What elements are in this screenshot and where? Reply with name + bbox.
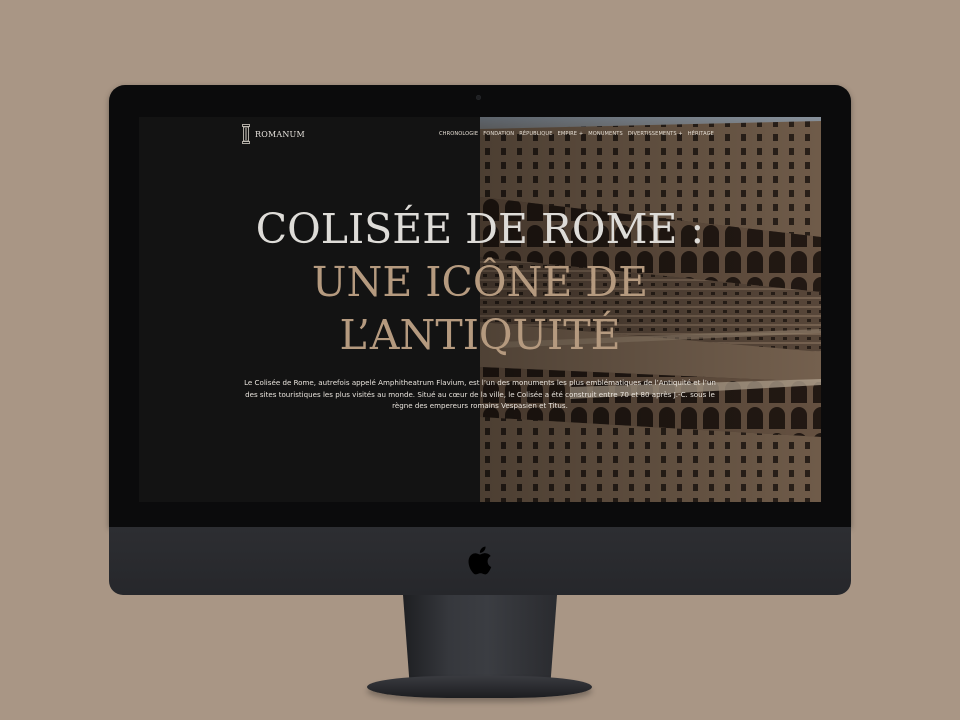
nav-item-fondation[interactable]: FONDATION xyxy=(483,131,514,137)
column-logo-icon xyxy=(242,124,250,144)
hero-title-line-3: L’ANTIQUITÉ xyxy=(339,311,621,359)
imac-stand-foot xyxy=(367,676,592,698)
nav-item-empire[interactable]: EMPIRE + xyxy=(558,131,584,137)
hero-description: Le Colisée de Rome, autrefois appelé Amp… xyxy=(244,378,716,410)
hero-title: COLISÉE DE ROME : UNE ICÔNE DE L’ANTIQUI… xyxy=(139,203,821,362)
camera-icon xyxy=(476,95,481,100)
imac-stand-neck xyxy=(403,595,557,678)
site-logo[interactable]: ROMANUM xyxy=(242,124,305,144)
website-screen: ROMANUM CHRONOLOGIE FONDATION RÉPUBLIQUE… xyxy=(139,117,821,502)
mockup-stage: ROMANUM CHRONOLOGIE FONDATION RÉPUBLIQUE… xyxy=(0,0,960,720)
apple-logo-icon xyxy=(468,546,492,575)
nav-item-republique[interactable]: RÉPUBLIQUE xyxy=(519,131,552,137)
main-nav: CHRONOLOGIE FONDATION RÉPUBLIQUE EMPIRE … xyxy=(439,131,714,137)
logo-text: ROMANUM xyxy=(255,129,305,139)
hero-title-line-1: COLISÉE DE ROME : xyxy=(255,205,705,253)
nav-item-monuments[interactable]: MONUMENTS xyxy=(588,131,623,137)
nav-item-divertissements[interactable]: DIVERTISSEMENTS + xyxy=(628,131,683,137)
hero-title-line-2: UNE ICÔNE DE xyxy=(311,258,649,306)
nav-item-chronologie[interactable]: CHRONOLOGIE xyxy=(439,131,478,137)
nav-item-heritage[interactable]: HÉRITAGE xyxy=(688,131,714,137)
